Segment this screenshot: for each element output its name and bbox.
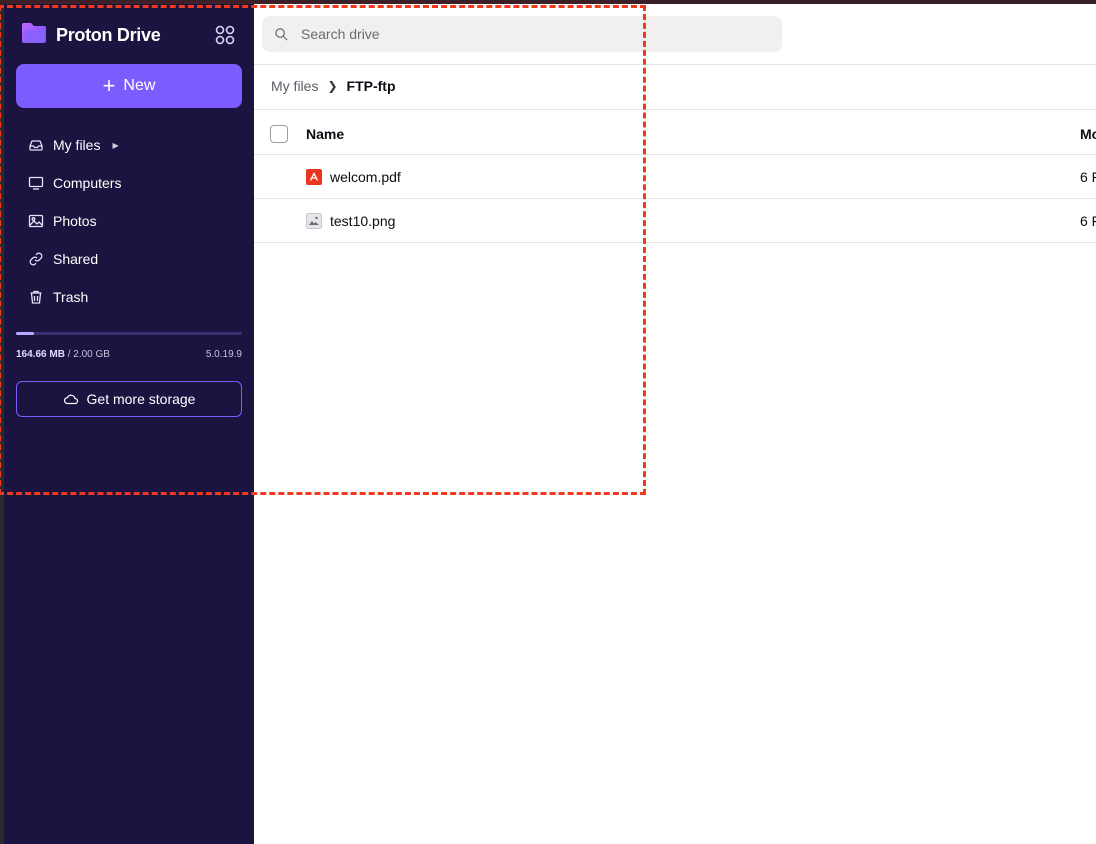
sidebar-item-trash[interactable]: Trash — [16, 278, 242, 316]
breadcrumb-root[interactable]: My files — [271, 78, 318, 94]
storage-progress-bar — [16, 332, 242, 335]
column-header-name[interactable]: Name — [306, 126, 344, 142]
sidebar: Proton Drive + New My files ▶ Computers … — [4, 4, 254, 844]
sidebar-item-computers[interactable]: Computers — [16, 164, 242, 202]
image-file-icon — [306, 213, 322, 229]
proton-drive-logo-icon — [20, 21, 48, 50]
sidebar-item-my-files[interactable]: My files ▶ — [16, 126, 242, 164]
column-header-modified[interactable]: Mo — [1080, 126, 1096, 142]
monitor-icon — [28, 176, 44, 190]
breadcrumb: My files ❯ FTP-ftp — [271, 78, 396, 94]
inbox-icon — [29, 140, 43, 151]
get-more-storage-button[interactable]: Get more storage — [16, 381, 242, 417]
divider — [254, 242, 1096, 243]
storage-usage: 164.66 MB / 2.00 GB 5.0.19.9 — [16, 332, 242, 360]
table-header: Name Mo — [254, 112, 1096, 156]
storage-separator: / — [64, 349, 74, 360]
search-bar[interactable] — [262, 16, 782, 52]
app-window: Proton Drive + New My files ▶ Computers … — [0, 4, 1096, 844]
search-input[interactable] — [299, 25, 763, 43]
divider — [254, 109, 1096, 110]
storage-meta: 164.66 MB / 2.00 GB 5.0.19.9 — [16, 349, 242, 360]
file-name: welcom.pdf — [330, 169, 401, 185]
pdf-icon — [306, 169, 322, 185]
cloud-icon — [63, 394, 78, 405]
storage-amount: 164.66 MB / 2.00 GB — [16, 349, 110, 360]
main-content: My files ❯ FTP-ftp Name Mo welcom.pdf 6 … — [254, 4, 1096, 844]
select-all-checkbox[interactable] — [270, 125, 288, 143]
new-button-label: New — [123, 77, 156, 94]
chevron-right-icon: ❯ — [327, 79, 338, 93]
new-button[interactable]: + New — [16, 64, 242, 108]
plus-icon: + — [102, 73, 116, 98]
breadcrumb-current[interactable]: FTP-ftp — [347, 78, 396, 94]
brand-name: Proton Drive — [56, 24, 161, 45]
divider — [254, 64, 1096, 65]
sidebar-item-label: Trash — [53, 289, 89, 305]
trash-icon — [30, 290, 42, 304]
table-row[interactable]: welcom.pdf 6 F — [254, 155, 1096, 199]
sidebar-item-shared[interactable]: Shared — [16, 240, 242, 278]
file-name: test10.png — [330, 213, 396, 229]
image-icon — [28, 214, 44, 228]
caret-right-icon[interactable]: ▶ — [112, 141, 118, 150]
brand[interactable]: Proton Drive — [20, 21, 161, 50]
app-switcher-icon[interactable] — [214, 24, 236, 46]
get-more-storage-label: Get more storage — [86, 391, 196, 407]
link-icon — [29, 252, 43, 266]
storage-used: 164.66 MB — [16, 349, 65, 360]
search-icon — [275, 27, 288, 41]
file-modified: 6 F — [1080, 213, 1096, 229]
sidebar-item-label: Computers — [53, 175, 122, 191]
file-modified: 6 F — [1080, 169, 1096, 185]
sidebar-item-photos[interactable]: Photos — [16, 202, 242, 240]
app-version: 5.0.19.9 — [205, 349, 242, 360]
sidebar-item-label: My files — [53, 137, 101, 153]
sidebar-nav: My files ▶ Computers Photos Shared Trash — [16, 126, 242, 316]
storage-progress-fill — [16, 332, 35, 335]
sidebar-item-label: Photos — [53, 213, 97, 229]
storage-total: 2.00 GB — [73, 349, 110, 360]
sidebar-item-label: Shared — [53, 251, 99, 267]
table-row[interactable]: test10.png 6 F — [254, 199, 1096, 243]
